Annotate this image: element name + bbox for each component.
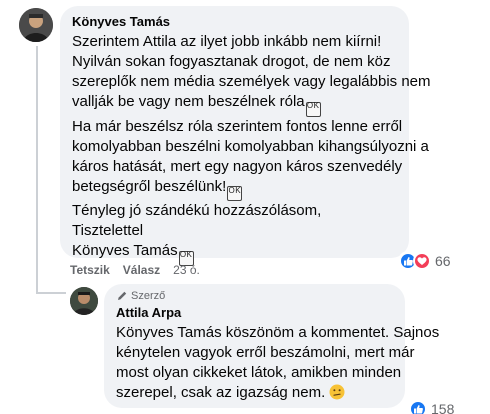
comment-line: Szerintem Attila az ilyet jobb inkább ne…	[72, 33, 382, 50]
comment-line: Ha már beszélsz róla szerintem fontos le…	[72, 117, 403, 135]
ok-badge-icon: OK	[305, 101, 321, 117]
comment-line: Könyves Tamás	[72, 242, 178, 259]
reply-line: köszönöm a kommentet. Sajnos	[225, 324, 440, 341]
comment-text: Szerintem Attila az ilyet jobb inkább ne…	[72, 32, 431, 266]
comment-actions: Tetszik Válasz 23 ó.	[70, 263, 200, 277]
reply-line: kénytelen vagyok erről beszámolni, mert …	[116, 344, 415, 361]
reaction-count: 66	[435, 253, 451, 269]
reply-bubble: Szerző Attila Arpa Könyves Tamás köszönö…	[104, 284, 439, 408]
comment-line: káros hatását, mert egy nagyon káros sze…	[72, 157, 403, 175]
timestamp[interactable]: 23 ó.	[173, 263, 200, 277]
thread-connector	[36, 292, 66, 294]
comment-author[interactable]: Könyves Tamás	[72, 14, 397, 29]
avatar-photo	[19, 8, 53, 42]
comment-bubble: Könyves Tamás Szerintem Attila az ilyet …	[60, 6, 431, 266]
comment-line: vallják be vagy nem beszélnek róla	[72, 93, 305, 110]
comment-line: betegségről beszélünk!	[72, 177, 227, 195]
confused-face-emoji	[329, 384, 345, 400]
reply-avatar[interactable]	[70, 287, 98, 315]
comment-line: Nyilván sokan fogyasztanak drogot, de ne…	[72, 53, 391, 70]
reply-line: most olyan cikkeket látok, amikben minde…	[116, 364, 402, 381]
thread-connector	[36, 46, 38, 294]
avatar-photo	[70, 287, 98, 315]
avatar[interactable]	[19, 8, 53, 42]
pencil-icon	[118, 291, 127, 300]
reply-line: szerepel, csak az igazság nem.	[116, 384, 326, 401]
comment-line: Tényleg jó szándékú hozzászólásom,	[72, 202, 322, 219]
comment-line: Tisztelettel	[72, 222, 144, 239]
reaction-summary[interactable]: 66	[398, 251, 453, 271]
reply-reaction-summary[interactable]: 158	[408, 399, 457, 414]
like-button[interactable]: Tetszik	[70, 263, 110, 277]
reply-author[interactable]: Attila Arpa	[116, 305, 393, 320]
mention-link[interactable]: Könyves Tamás	[116, 324, 222, 341]
like-icon	[409, 400, 427, 414]
love-icon	[413, 252, 431, 270]
author-badge-label: Szerző	[131, 290, 166, 302]
comment-line: komolyabban beszélni komolyabban kihangs…	[72, 137, 429, 155]
author-badge: Szerző	[116, 290, 393, 302]
reaction-count: 158	[431, 401, 455, 414]
reply-button[interactable]: Válasz	[123, 263, 160, 277]
comment-line: szereplők nem média személyek vagy legal…	[72, 73, 431, 90]
ok-badge-icon: OK	[227, 186, 243, 201]
reply-text: Könyves Tamás köszönöm a kommentet. Sajn…	[116, 323, 439, 403]
